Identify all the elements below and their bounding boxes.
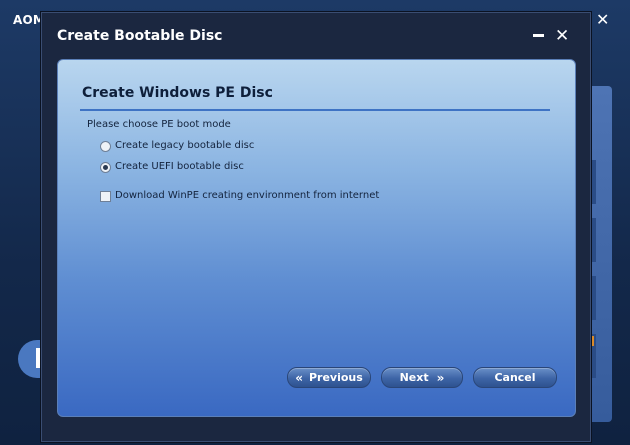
legacy-radio-label[interactable]: Create legacy bootable disc [115, 140, 254, 151]
background-close-icon[interactable]: ✕ [596, 12, 609, 28]
close-icon[interactable]: ✕ [555, 28, 569, 45]
double-chevron-right-icon: » [436, 370, 445, 385]
create-bootable-disc-dialog: Create Bootable Disc ✕ Create Windows PE… [40, 11, 592, 443]
next-button[interactable]: Next » [381, 367, 463, 388]
dialog-title: Create Bootable Disc [57, 28, 223, 44]
legacy-radio[interactable] [100, 141, 111, 152]
next-button-label: Next [399, 371, 429, 384]
uefi-radio[interactable] [100, 162, 111, 173]
boot-mode-prompt: Please choose PE boot mode [87, 119, 231, 130]
cancel-button[interactable]: Cancel [473, 367, 557, 388]
double-chevron-left-icon: « [295, 370, 303, 385]
cancel-button-label: Cancel [494, 371, 536, 384]
uefi-radio-label[interactable]: Create UEFI bootable disc [115, 161, 244, 172]
previous-button-label: Previous [308, 371, 363, 384]
page-heading: Create Windows PE Disc [82, 85, 273, 101]
download-winpe-label[interactable]: Download WinPE creating environment from… [115, 190, 379, 201]
download-winpe-checkbox[interactable] [100, 191, 111, 202]
heading-divider [80, 109, 550, 111]
previous-button[interactable]: « Previous [287, 367, 371, 388]
minimize-icon[interactable] [533, 34, 544, 37]
content-panel: Create Windows PE Disc Please choose PE … [57, 59, 576, 417]
